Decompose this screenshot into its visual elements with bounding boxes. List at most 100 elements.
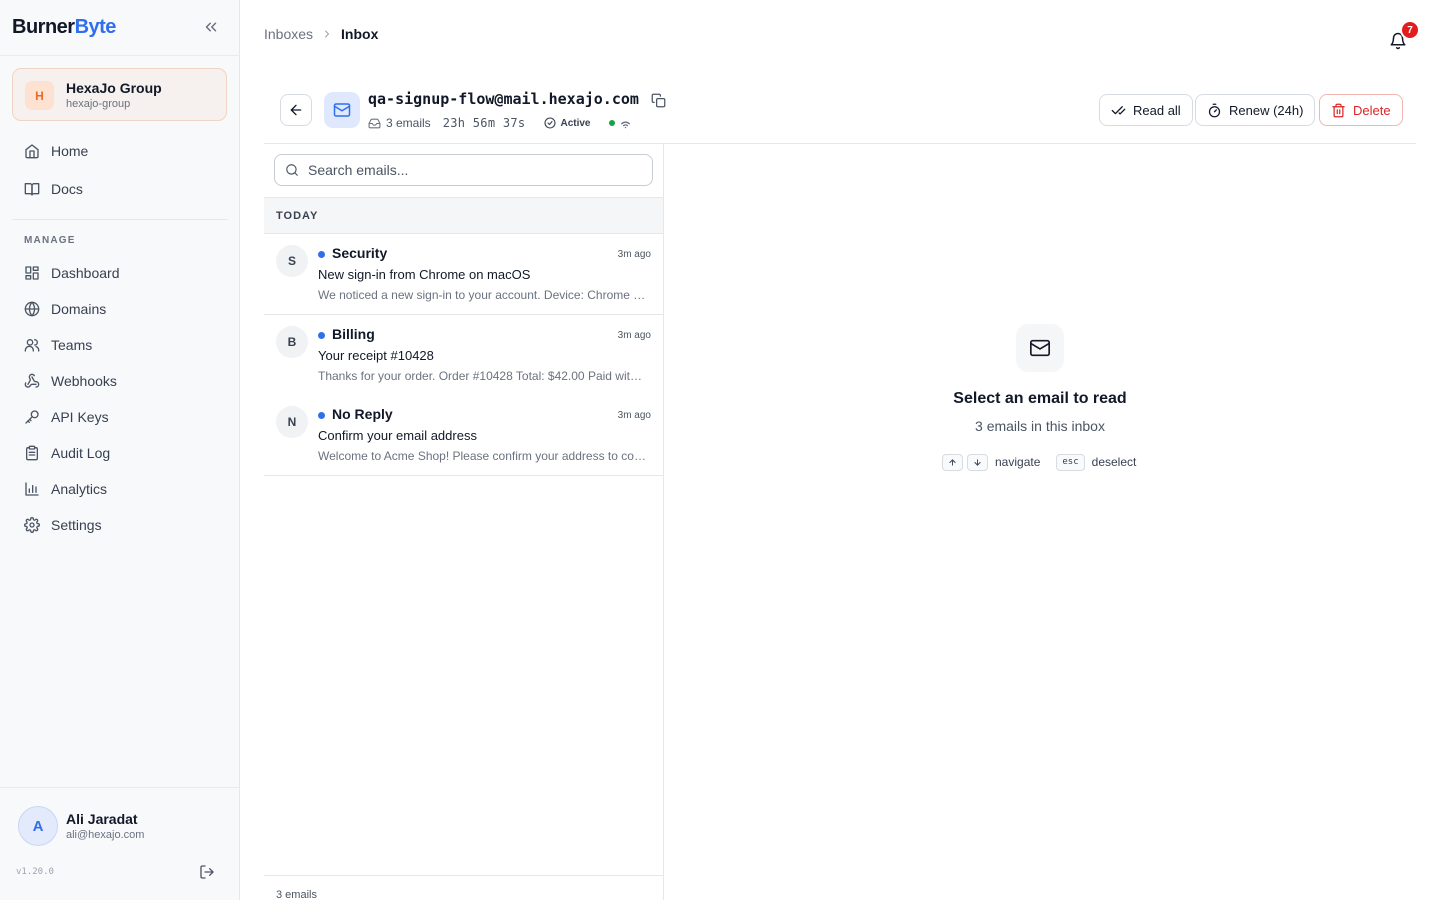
breadcrumb: Inboxes Inbox: [264, 26, 378, 42]
email-time: 3m ago: [617, 410, 651, 421]
nav-item-audit-log[interactable]: Audit Log: [12, 437, 228, 469]
email-sender: Billing: [332, 326, 375, 342]
nav-label: API Keys: [51, 409, 109, 425]
status-label: Active: [560, 117, 591, 129]
notification-badge: 7: [1400, 20, 1420, 40]
clipboard-icon: [26, 445, 38, 461]
group-header-today: TODAY: [264, 197, 663, 234]
unread-dot: [318, 251, 325, 258]
keyboard-hints: navigate esc deselect: [942, 453, 1136, 471]
collapse-sidebar-icon[interactable]: [202, 18, 220, 36]
copy-icon[interactable]: [651, 93, 666, 108]
user-email: ali@hexajo.com: [66, 829, 145, 841]
divider: [0, 55, 240, 56]
list-footer-count: 3 emails: [276, 889, 317, 900]
nav-item-analytics[interactable]: Analytics: [12, 473, 228, 505]
breadcrumb-inboxes[interactable]: Inboxes: [264, 26, 313, 42]
unread-dot: [318, 332, 325, 339]
org-name: HexaJo Group: [66, 80, 162, 96]
timer-icon: [1208, 103, 1221, 117]
email-time: 3m ago: [617, 249, 651, 260]
empty-state-title: Select an email to read: [953, 390, 1127, 407]
back-button[interactable]: [280, 94, 312, 126]
nav-item-teams[interactable]: Teams: [12, 329, 228, 361]
divider: [12, 219, 228, 220]
globe-icon: [24, 301, 40, 317]
divider: [0, 787, 240, 788]
nav-item-docs[interactable]: Docs: [12, 173, 228, 205]
sender-avatar: B: [276, 326, 308, 358]
user-avatar[interactable]: A: [18, 806, 58, 846]
status-badge: Active: [539, 115, 595, 131]
hint-deselect: deselect: [1091, 455, 1137, 469]
nav-item-settings[interactable]: Settings: [12, 509, 228, 541]
nav-item-home[interactable]: Home: [12, 135, 228, 167]
nav-label: Webhooks: [51, 373, 117, 389]
users-icon: [24, 339, 40, 352]
nav-label: Analytics: [51, 481, 108, 497]
search-input[interactable]: [308, 162, 628, 178]
brand-logo[interactable]: BurnerByte: [12, 16, 116, 39]
inbox-icon: [368, 118, 381, 128]
arrow-down-icon: [974, 458, 981, 466]
home-icon: [25, 144, 39, 159]
inbox-mail-tile: [324, 92, 360, 128]
hint-navigate: navigate: [995, 455, 1041, 469]
org-avatar: H: [25, 81, 54, 110]
inbox-expiry-timer: 23h 56m 37s: [442, 116, 526, 130]
dashboard-icon: [25, 266, 39, 280]
trash-icon: [1332, 103, 1345, 117]
key-icon: [25, 410, 39, 424]
arrow-left-icon: [290, 104, 302, 116]
search-box[interactable]: [274, 154, 653, 186]
esc-key: esc: [1056, 453, 1085, 471]
check-check-icon: [1111, 105, 1126, 115]
email-subject: New sign-in from Chrome on macOS: [318, 267, 531, 282]
read-all-label: Read all: [1133, 102, 1181, 118]
email-sender: Security: [332, 245, 388, 261]
user-name: Ali Jaradat: [66, 811, 138, 827]
email-subject: Your receipt #10428: [318, 348, 434, 363]
nav-item-webhooks[interactable]: Webhooks: [12, 365, 228, 397]
nav-item-dashboard[interactable]: Dashboard: [12, 257, 228, 289]
inbox-email-count: 3 emails: [386, 116, 431, 130]
renew-label: Renew (24h): [1229, 102, 1304, 118]
nav-label: Audit Log: [51, 445, 111, 461]
org-slug: hexajo-group: [66, 98, 131, 110]
section-label-manage: MANAGE: [24, 235, 76, 246]
sender-avatar: N: [276, 406, 308, 438]
email-row[interactable]: N No Reply 3m ago Confirm your email add…: [264, 395, 663, 476]
arrow-up-icon: [949, 458, 956, 466]
sidebar: BurnerByte H HexaJo Group hexajo-group H…: [0, 0, 240, 900]
brand-name-part2: Byte: [74, 16, 117, 38]
nav-label: Domains: [51, 301, 107, 317]
email-sender: No Reply: [332, 406, 393, 422]
email-preview: Thanks for your order. Order #10428 Tota…: [318, 369, 648, 383]
wifi-icon: [621, 121, 631, 128]
empty-state-subtitle: 3 emails in this inbox: [975, 418, 1105, 434]
nav-item-domains[interactable]: Domains: [12, 293, 228, 325]
email-row[interactable]: B Billing 3m ago Your receipt #10428 Tha…: [264, 315, 663, 396]
logout-icon[interactable]: [199, 864, 215, 880]
email-subject: Confirm your email address: [318, 428, 477, 443]
inbox-address: qa-signup-flow@mail.hexajo.com: [368, 90, 639, 108]
nav-label: Teams: [51, 337, 93, 353]
webhook-icon: [24, 373, 40, 388]
nav-label: Docs: [51, 181, 83, 197]
email-row[interactable]: S Security 3m ago New sign-in from Chrom…: [264, 234, 663, 315]
divider: [264, 875, 663, 876]
inbox-meta: 3 emails 23h 56m 37s Active: [368, 115, 637, 131]
brand-name-part1: Burner: [12, 16, 75, 38]
mail-icon: [1030, 339, 1050, 357]
org-switcher[interactable]: H HexaJo Group hexajo-group: [12, 68, 227, 121]
unread-dot: [318, 412, 325, 419]
delete-button[interactable]: Delete: [1319, 94, 1403, 126]
email-preview: Welcome to Acme Shop! Please confirm you…: [318, 449, 648, 463]
read-all-button[interactable]: Read all: [1099, 94, 1193, 126]
breadcrumb-current: Inbox: [341, 26, 379, 42]
arrow-up-key: [942, 453, 963, 471]
nav-item-api-keys[interactable]: API Keys: [12, 401, 228, 433]
nav-label: Settings: [51, 517, 102, 533]
renew-button[interactable]: Renew (24h): [1195, 94, 1316, 126]
search-icon: [286, 164, 298, 176]
